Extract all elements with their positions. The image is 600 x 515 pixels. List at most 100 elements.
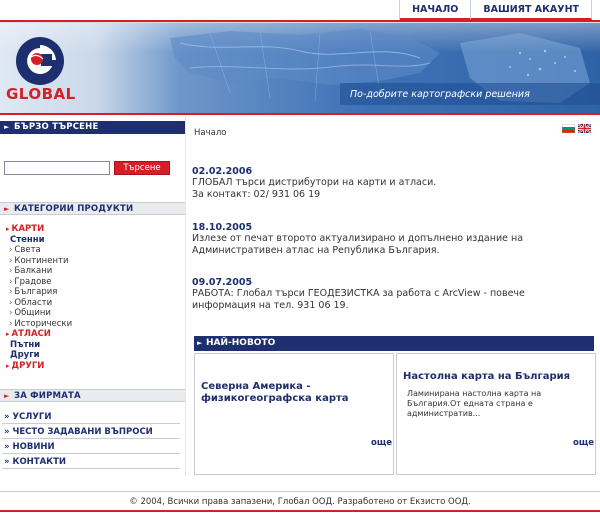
latest-card-title[interactable]: Настолна карта на България xyxy=(403,371,570,383)
header-arrow-icon: ► xyxy=(4,392,10,400)
news-date[interactable]: 18.10.2005 xyxy=(192,222,572,233)
category-item-subsub[interactable]: › Области xyxy=(9,298,52,309)
firm-menu-item[interactable]: » УСЛУГИ xyxy=(2,410,180,424)
news-text-line: Административен атлас на Република Бълга… xyxy=(192,245,440,256)
firm-menu-label: КОНТАКТИ xyxy=(12,457,67,467)
banner-red-line xyxy=(0,113,600,115)
double-chevron-icon: » xyxy=(4,427,10,437)
latest-card-2[interactable]: Настолна карта на България Ламинирана на… xyxy=(396,353,596,475)
category-label: Исторически xyxy=(14,318,73,329)
double-chevron-icon: » xyxy=(4,457,10,467)
latest-card-1[interactable]: Северна Америка - физикогеографска карта… xyxy=(194,353,394,475)
language-flags xyxy=(562,124,591,133)
news-text-line: За контакт: 02/ 931 06 19 xyxy=(192,189,321,200)
firm-title: ЗА ФИРМАТА xyxy=(14,391,81,401)
firm-menu-item[interactable]: » КОНТАКТИ xyxy=(2,455,180,469)
header-arrow-icon: ► xyxy=(4,123,10,131)
more-link[interactable]: още xyxy=(371,438,392,448)
category-item-main[interactable]: ▸ АТЛАСИ xyxy=(6,329,51,340)
double-chevron-icon: » xyxy=(4,442,10,452)
chevron-right-icon: › xyxy=(9,276,13,287)
chevron-right-icon: › xyxy=(9,287,13,297)
category-item-subsub[interactable]: › Континенти xyxy=(9,256,69,267)
bullet-arrow-icon: ▸ xyxy=(6,330,10,338)
latest-desc-line: България.От едната страна е xyxy=(407,399,533,408)
chevron-right-icon: › xyxy=(9,245,13,255)
header-arrow-icon: ► xyxy=(4,205,10,213)
category-label: Света xyxy=(14,245,41,255)
latest-desc-line: административ... xyxy=(407,409,481,418)
uk-flag-icon[interactable] xyxy=(578,124,591,133)
category-item-main[interactable]: ▸ КАРТИ xyxy=(6,224,44,235)
banner-slogan: По-добрите картографски решения xyxy=(350,89,530,100)
category-label: Градове xyxy=(14,276,52,287)
firm-menu-label: УСЛУГИ xyxy=(12,412,52,422)
category-label: Пътни xyxy=(10,339,41,350)
quick-search-panel: Търсене xyxy=(0,136,185,196)
chevron-right-icon: › xyxy=(9,297,13,308)
category-label: Общини xyxy=(14,308,51,318)
nav-home-link[interactable]: НАЧАЛО xyxy=(400,0,472,20)
news-item: 09.07.2005 РАБОТА: Глобал търси ГЕОДЕЗИСТ… xyxy=(192,277,572,312)
categories-title: КАТЕГОРИИ ПРОДУКТИ xyxy=(14,204,134,214)
category-label: АТЛАСИ xyxy=(11,329,51,339)
chevron-right-icon: › xyxy=(9,308,13,318)
footer-divider xyxy=(0,491,600,492)
news-text-line: Излезе от печат второто актуализирано и … xyxy=(192,233,524,244)
firm-menu-item[interactable]: » НОВИНИ xyxy=(2,440,180,454)
category-item-subsub[interactable]: › Исторически xyxy=(9,319,72,330)
bullet-arrow-icon: ▸ xyxy=(6,225,10,233)
category-label: ДРУГИ xyxy=(11,360,45,371)
category-label: Стенни xyxy=(10,234,45,245)
more-link[interactable]: още xyxy=(573,438,594,448)
news-item: 18.10.2005 Излезе от печат второто актуал… xyxy=(192,222,572,257)
category-item-sub[interactable]: Пътни xyxy=(10,340,40,351)
quick-search-header: ► БЪРЗО ТЪРСЕНЕ xyxy=(0,121,185,134)
category-item-sub[interactable]: Стенни xyxy=(10,235,45,246)
header-banner: GLOBAL По-добрите картографски решения xyxy=(0,23,600,113)
news-item: 02.02.2006 ГЛОБАЛ търси дистрибутори на к… xyxy=(192,166,572,201)
chevron-right-icon: › xyxy=(9,255,13,266)
category-item-subsub[interactable]: › Общини xyxy=(9,308,51,319)
header-arrow-icon: ► xyxy=(197,339,203,347)
chevron-right-icon: › xyxy=(9,266,13,276)
category-label: Области xyxy=(14,297,53,308)
footer-copyright: © 2004, Всички права запазени, Глобал ОО… xyxy=(129,497,471,507)
latest-card-title-line: физикогеографска карта xyxy=(201,393,349,404)
latest-card-title-line: Настолна карта на България xyxy=(403,371,571,382)
news-text-line: информация на тел. 931 06 19. xyxy=(192,300,349,311)
footer-red-line xyxy=(0,510,600,512)
firm-menu-label: ЧЕСТО ЗАДАВАНИ ВЪПРОСИ xyxy=(12,427,153,437)
logo-wordmark: GLOBAL xyxy=(6,85,76,103)
category-item-subsub[interactable]: › Света xyxy=(9,245,41,256)
latest-card-title[interactable]: Северна Америка - физикогеографска карта xyxy=(201,381,349,405)
global-logo[interactable] xyxy=(16,37,64,85)
category-item-main[interactable]: ▸ ДРУГИ xyxy=(6,361,44,372)
firm-menu-item[interactable]: » ЧЕСТО ЗАДАВАНИ ВЪПРОСИ xyxy=(2,425,180,439)
breadcrumb[interactable]: Начало xyxy=(194,128,226,138)
latest-card-title-line: Северна Америка - xyxy=(201,381,311,392)
category-label: Балкани xyxy=(14,266,53,276)
double-chevron-icon: » xyxy=(4,412,10,422)
firm-header: ► ЗА ФИРМАТА xyxy=(0,389,185,402)
quick-search-title: БЪРЗО ТЪРСЕНЕ xyxy=(14,122,99,132)
bulgarian-flag-icon[interactable] xyxy=(562,124,575,133)
category-item-sub[interactable]: Други xyxy=(10,350,40,361)
search-input[interactable] xyxy=(4,161,110,175)
chevron-right-icon: › xyxy=(9,318,13,329)
category-label: Континенти xyxy=(14,255,69,266)
category-item-subsub[interactable]: › Градове xyxy=(9,277,52,288)
category-label: България xyxy=(14,287,58,297)
latest-title: НАЙ-НОВОТО xyxy=(206,338,276,348)
news-date[interactable]: 09.07.2005 xyxy=(192,277,572,288)
latest-desc-line: Ламинирана настолна карта на xyxy=(407,389,542,398)
category-item-subsub[interactable]: › Балкани xyxy=(9,266,52,277)
search-button[interactable]: Търсене xyxy=(114,161,170,175)
latest-card-description: Ламинирана настолна карта на България.От… xyxy=(407,389,541,419)
firm-menu-label: НОВИНИ xyxy=(12,442,55,452)
news-text-line: ГЛОБАЛ търси дистрибутори на карти и атл… xyxy=(192,177,437,188)
category-label: КАРТИ xyxy=(11,224,45,234)
nav-account-link[interactable]: ВАШИЯТ АКАУНТ xyxy=(471,0,592,20)
category-item-subsub[interactable]: › България xyxy=(9,287,57,298)
news-date[interactable]: 02.02.2006 xyxy=(192,166,572,177)
